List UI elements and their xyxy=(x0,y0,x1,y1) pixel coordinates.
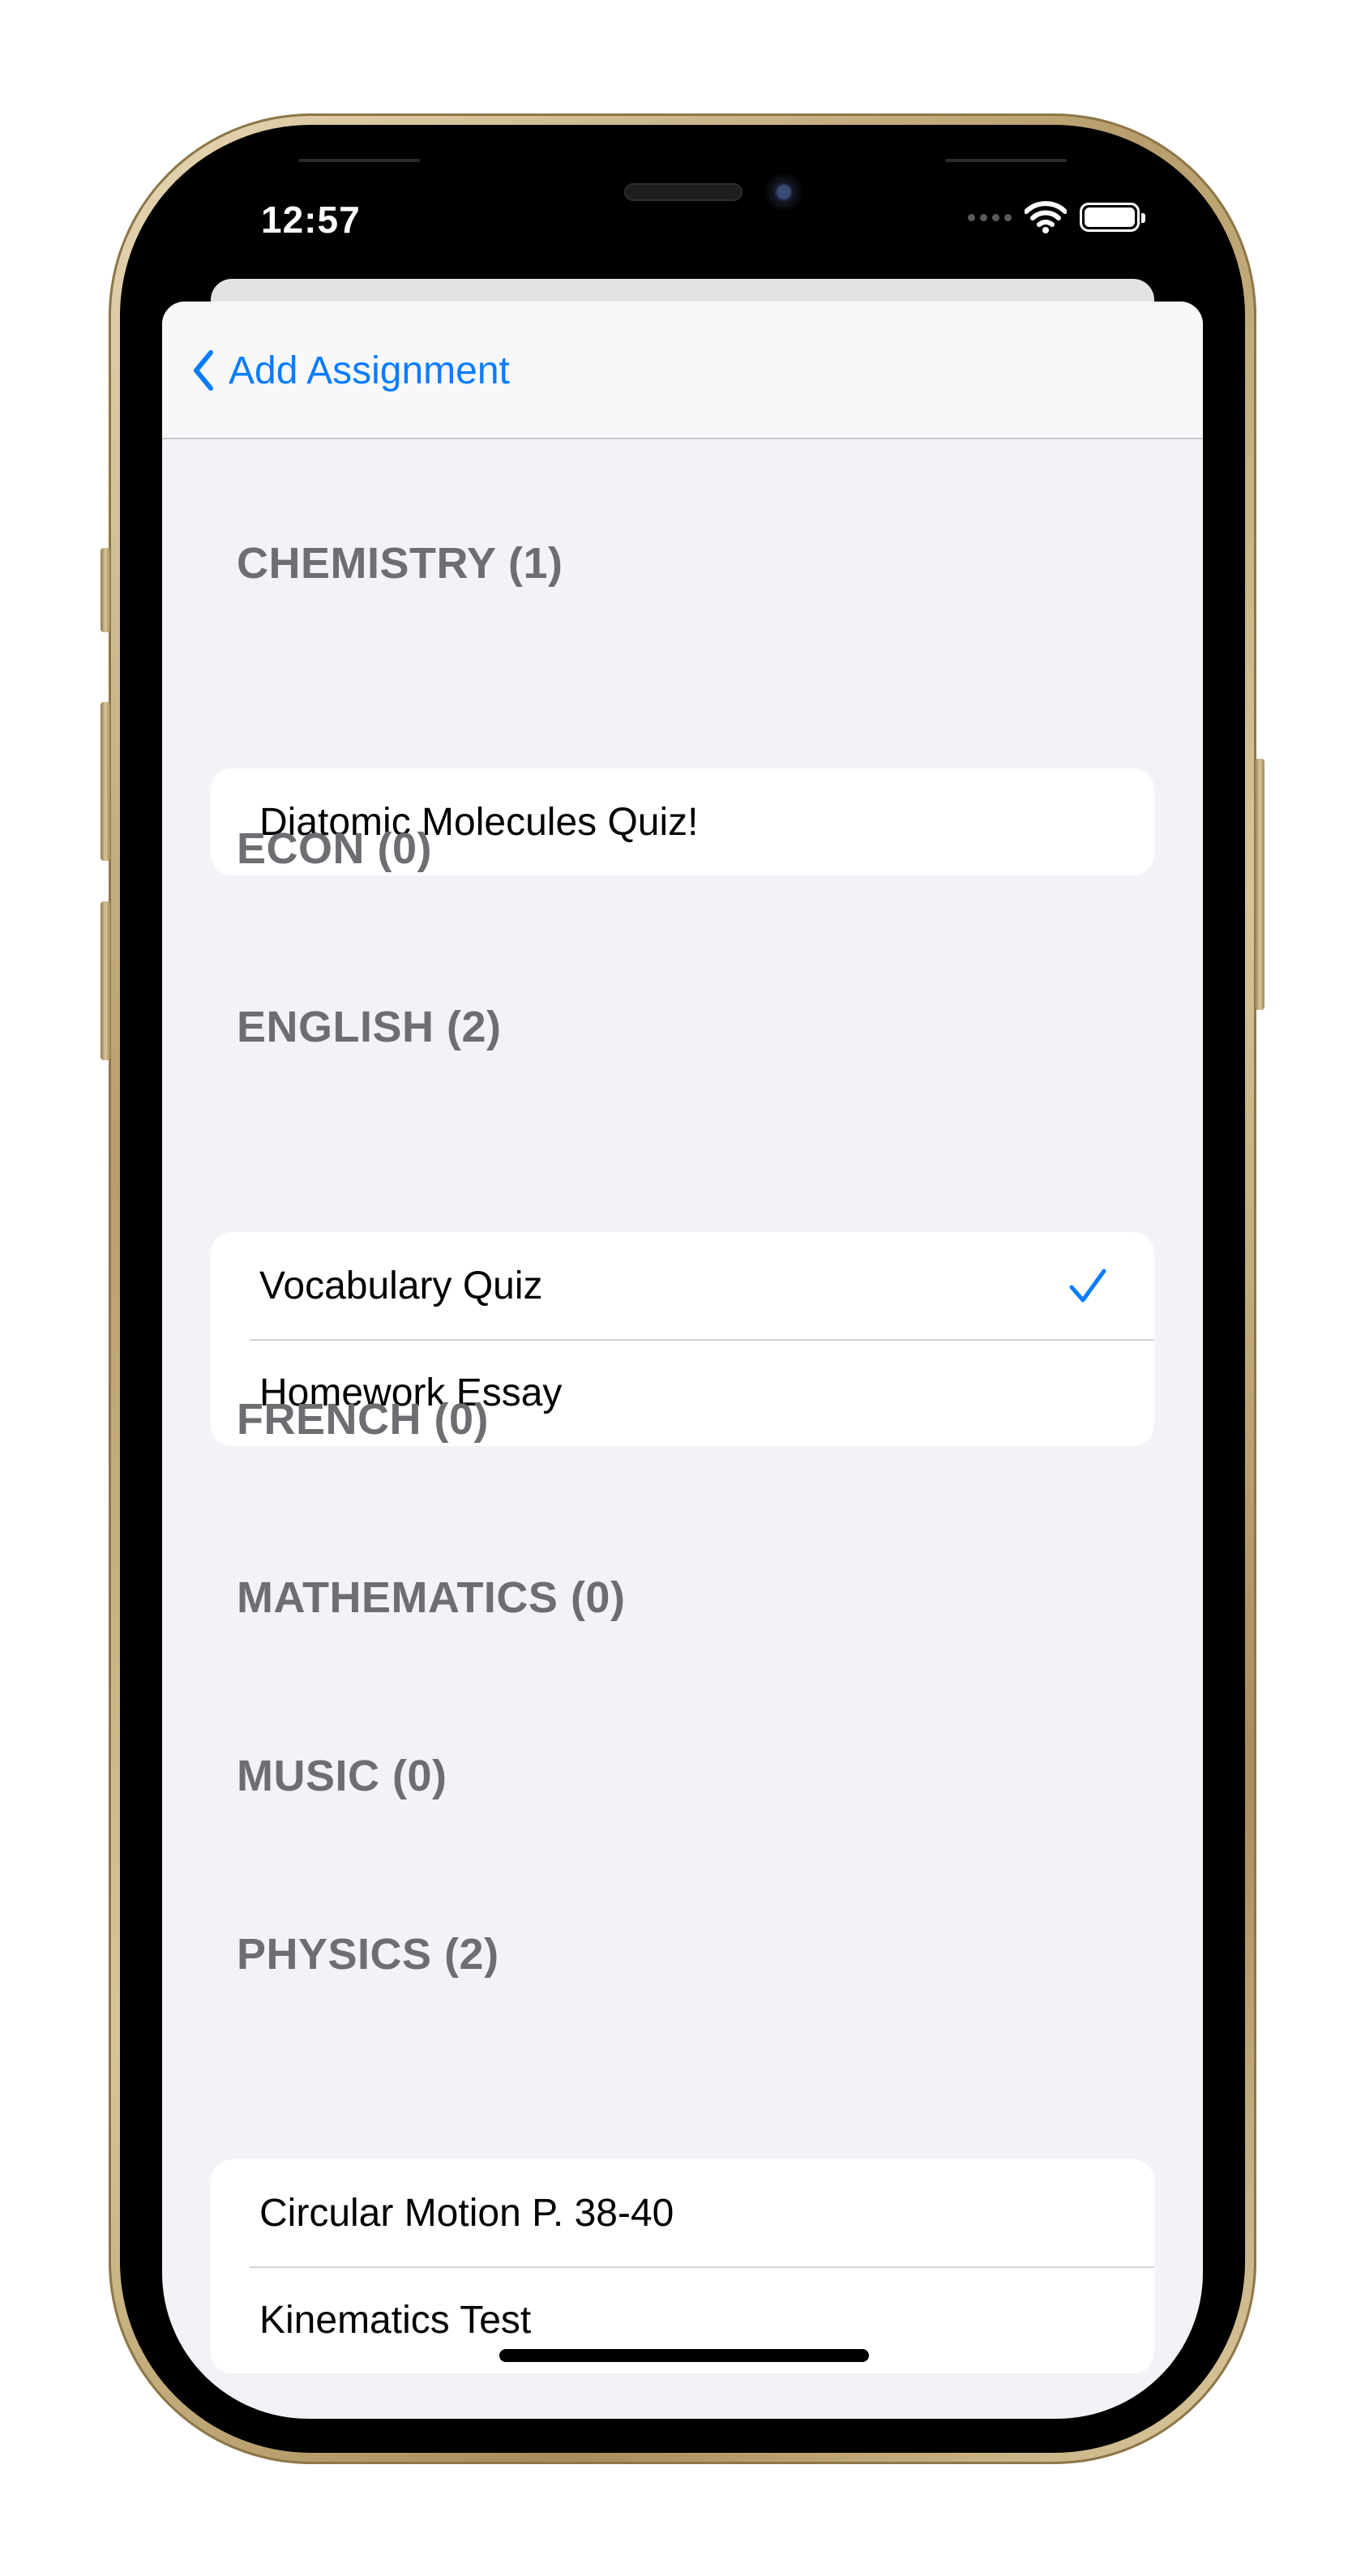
list-item[interactable]: Vocabulary Quiz xyxy=(211,1232,1154,1339)
status-indicators xyxy=(968,201,1145,233)
list-item-label: Circular Motion P. 38-40 xyxy=(259,2191,674,2235)
modal-sheet: Add Assignment CHEMISTRY (1) Diatomic Mo… xyxy=(162,302,1203,2419)
section-header-english: ENGLISH (2) xyxy=(237,1003,502,1051)
volume-down-button xyxy=(101,901,110,1060)
back-button-label: Add Assignment xyxy=(229,349,510,392)
section-header-music: MUSIC (0) xyxy=(237,1752,447,1800)
front-camera xyxy=(765,173,802,211)
screen: 12:57 Add Assignment CHEMISTRY (1) Diato… xyxy=(162,135,1203,2419)
section-header-mathematics: MATHEMATICS (0) xyxy=(237,1573,626,1622)
section-header-econ: ECON (0) xyxy=(237,824,433,873)
section-header-french: FRENCH (0) xyxy=(237,1395,489,1444)
home-indicator[interactable] xyxy=(499,2349,869,2362)
chevron-left-icon xyxy=(194,350,213,391)
battery-icon xyxy=(1080,203,1145,232)
list-item-label: Kinematics Test xyxy=(259,2298,532,2342)
cellular-signal-icon xyxy=(968,213,1012,221)
bezel-line-right xyxy=(945,159,1067,162)
status-time: 12:57 xyxy=(261,199,361,241)
checkmark-icon xyxy=(1069,1269,1106,1303)
bezel-line-left xyxy=(298,159,420,162)
list-item-label: Vocabulary Quiz xyxy=(259,1264,543,1307)
wifi-icon xyxy=(1025,201,1067,233)
earpiece-speaker xyxy=(624,183,742,201)
volume-up-button xyxy=(101,702,110,861)
power-button xyxy=(1255,759,1264,1010)
section-header-physics: PHYSICS (2) xyxy=(237,1930,499,1979)
navigation-bar: Add Assignment xyxy=(162,302,1203,439)
section-group-physics: Circular Motion P. 38-40 Kinematics Test xyxy=(211,2159,1154,2373)
back-button[interactable]: Add Assignment xyxy=(191,344,510,397)
action-button xyxy=(101,548,110,632)
section-header-chemistry: CHEMISTRY (1) xyxy=(237,539,563,588)
list-item[interactable]: Circular Motion P. 38-40 xyxy=(211,2159,1154,2266)
